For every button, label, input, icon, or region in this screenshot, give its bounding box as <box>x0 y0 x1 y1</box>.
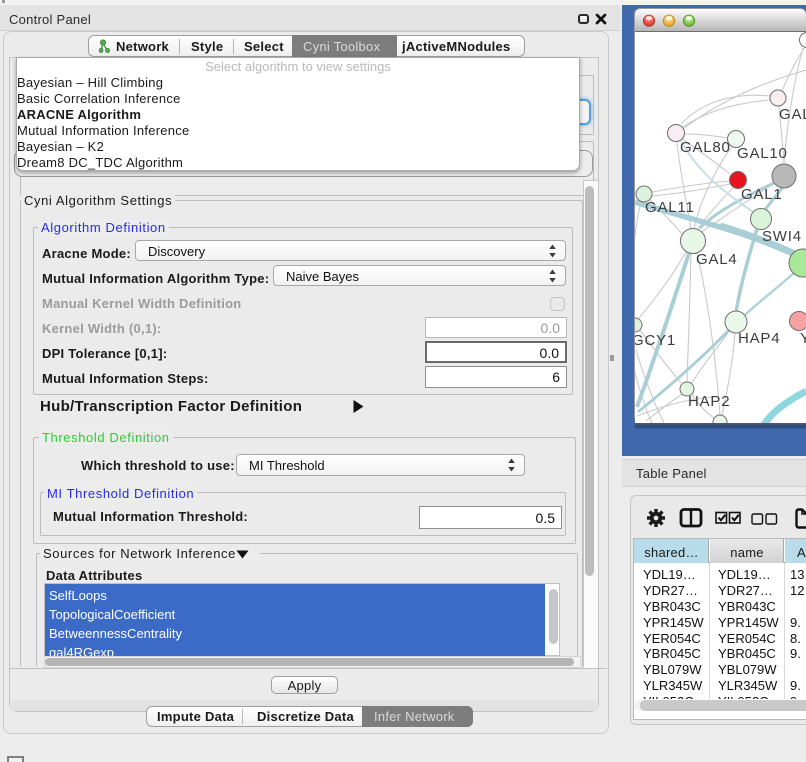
svg-text:GAL1: GAL1 <box>741 186 783 203</box>
svg-text:HAP4: HAP4 <box>738 330 780 347</box>
svg-text:SWI4: SWI4 <box>762 228 802 245</box>
svg-text:GCY1: GCY1 <box>632 332 676 349</box>
svg-text:GAL2: GAL2 <box>779 106 806 123</box>
svg-text:GAL80: GAL80 <box>680 139 731 156</box>
svg-text:GAL10: GAL10 <box>737 145 788 162</box>
svg-text:GAL11: GAL11 <box>645 199 695 216</box>
svg-text:HAP2: HAP2 <box>688 393 730 410</box>
svg-text:YJ: YJ <box>800 330 806 347</box>
svg-text:GAL4: GAL4 <box>696 251 738 268</box>
